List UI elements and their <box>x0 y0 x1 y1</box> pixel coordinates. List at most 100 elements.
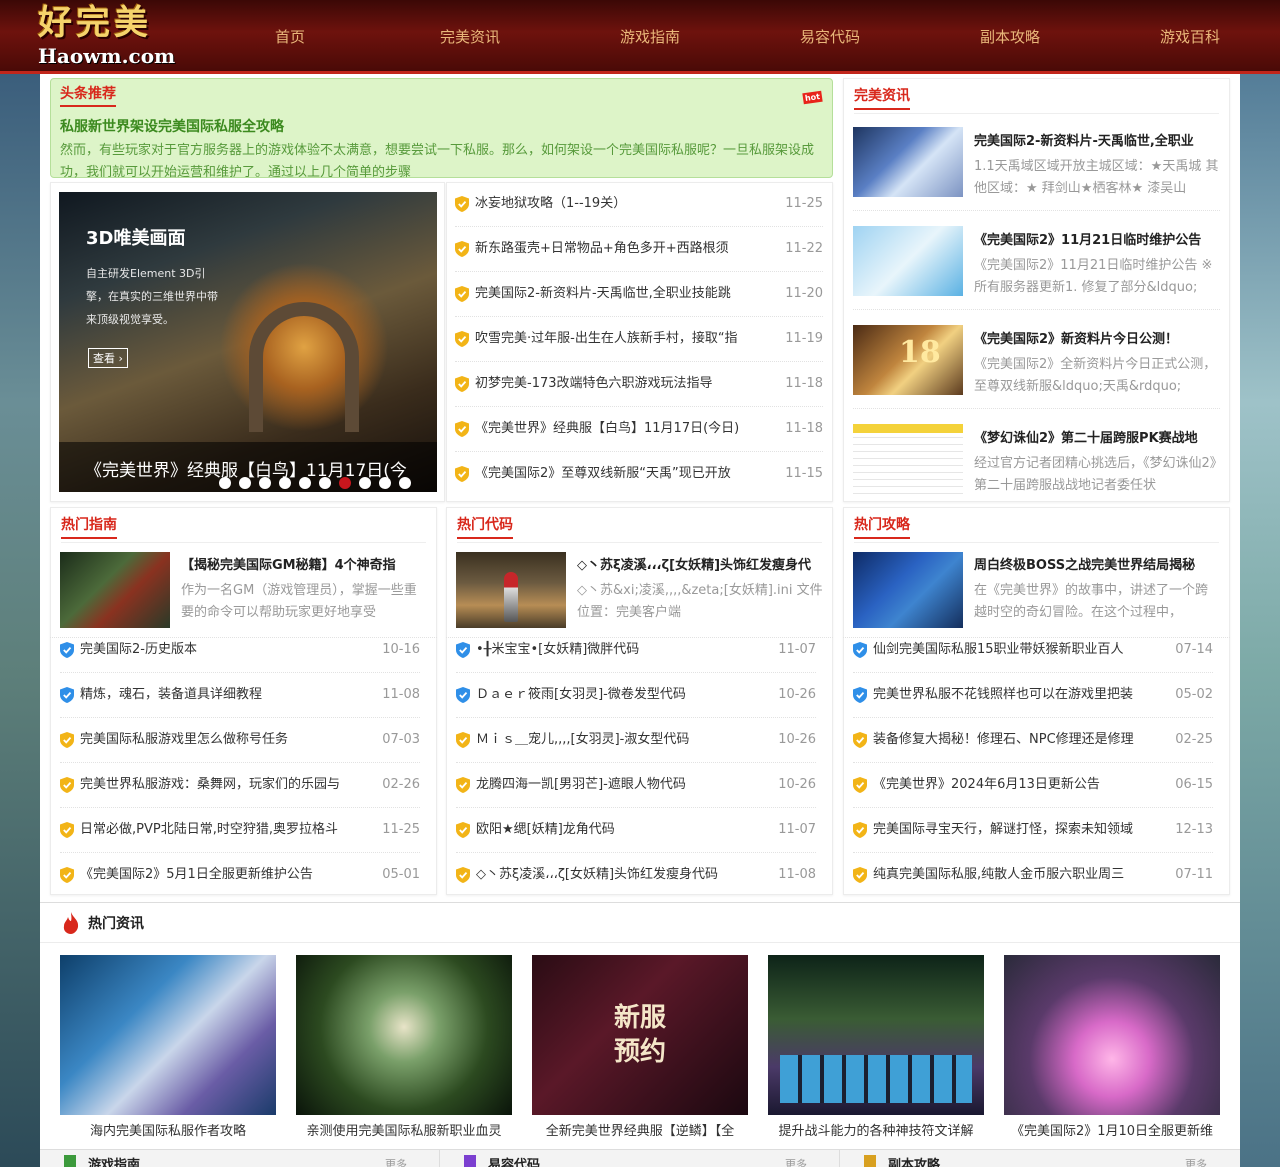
slider-dot[interactable] <box>359 477 371 489</box>
hot-news-card[interactable]: 亲测使用完美国际私服新职业血灵 <box>296 955 512 1141</box>
hot-news-caption[interactable]: 海内完美国际私服作者攻略 <box>60 1123 276 1141</box>
list-item-title[interactable]: 完美国际私服游戏里怎么做称号任务 <box>80 730 370 750</box>
hot-news-card[interactable]: 海内完美国际私服作者攻略 <box>60 955 276 1141</box>
site-logo[interactable]: 好完美 Haowm.com <box>38 4 178 70</box>
list-item-title[interactable]: 冰妄地狱攻略（1--19关） <box>475 194 773 214</box>
list-item[interactable]: 纯真完美国际私服,纯散人金币服六职业周三 07-11 <box>853 865 1213 885</box>
list-item-title[interactable]: 完美世界私服不花钱照样也可以在游戏里把装 <box>873 685 1163 705</box>
slider-dot[interactable] <box>239 477 251 489</box>
nav-news[interactable]: 完美资讯 <box>400 26 540 47</box>
list-item-title[interactable]: 完美国际2-新资料片-天禹临世,全职业技能跳 <box>475 284 773 304</box>
hot-news-card[interactable]: 新服预约全新完美世界经典服【逆鳞】【全 <box>532 955 748 1141</box>
slider-view-button[interactable]: 查看 › <box>88 348 128 368</box>
footer-codes-more[interactable]: 更多 <box>785 1156 807 1167</box>
list-item-title[interactable]: 精炼，魂石，装备道具详细教程 <box>80 685 370 705</box>
news-thumb[interactable] <box>853 226 963 296</box>
list-item-title[interactable]: 初梦完美-173改端特色六职游戏玩法指导 <box>475 374 773 394</box>
hot-news-image[interactable]: 新服预约 <box>532 955 748 1115</box>
slider-dot[interactable] <box>219 477 231 489</box>
nav-home[interactable]: 首页 <box>220 26 360 47</box>
hot-news-image[interactable] <box>60 955 276 1115</box>
list-item[interactable]: 日常必做,PVP北陆日常,时空狩猎,奥罗拉格斗 11-25 <box>60 820 420 840</box>
hot-news-caption[interactable]: 《完美国际2》1月10日全服更新维 <box>1004 1123 1220 1141</box>
nav-wiki[interactable]: 游戏百科 <box>1120 26 1260 47</box>
nav-codes[interactable]: 易容代码 <box>760 26 900 47</box>
footer-tab-dungeon[interactable]: 副本攻略 <box>888 1154 940 1167</box>
hot-news-image[interactable] <box>1004 955 1220 1115</box>
news-item-title[interactable]: 完美国际2-新资料片-天禹临世,全职业 <box>974 133 1219 151</box>
list-item-title[interactable]: 日常必做,PVP北陆日常,时空狩猎,奥罗拉格斗 <box>80 820 370 840</box>
slider-dot[interactable] <box>259 477 271 489</box>
list-item[interactable]: 完美国际私服游戏里怎么做称号任务 07-03 <box>60 730 420 750</box>
list-item-title[interactable]: 《完美世界》经典服【白鸟】11月17日(今日) <box>475 419 773 439</box>
footer-guide-more[interactable]: 更多 <box>385 1156 407 1167</box>
list-item-title[interactable]: Ｄａｅｒ筱雨[女羽灵]-微卷发型代码 <box>476 685 766 705</box>
list-item-title[interactable]: 纯真完美国际私服,纯散人金币服六职业周三 <box>873 865 1163 885</box>
list-item-title[interactable]: Ｍｉｓ＿宠儿,,,,[女羽灵]-淑女型代码 <box>476 730 766 750</box>
list-item[interactable]: 欧阳★缌[妖精]龙角代码 11-07 <box>456 820 816 840</box>
list-item-title[interactable]: ◇丶苏ξ凌溪،،،ζ[女妖精]头饰红发瘦身代码 <box>476 865 766 885</box>
news-thumb[interactable] <box>853 127 963 197</box>
list-item[interactable]: 完美世界私服不花钱照样也可以在游戏里把装 05-02 <box>853 685 1213 705</box>
list-item-title[interactable]: 吹雪完美·过年服-出生在人族新手村，接取“指 <box>475 329 773 349</box>
headline-title[interactable]: 私服新世界架设完美国际私服全攻略 <box>60 116 284 136</box>
list-item-title[interactable]: 完美国际2-历史版本 <box>80 640 370 660</box>
news-thumb[interactable]: 18 <box>853 325 963 395</box>
list-item[interactable]: 完美世界私服游戏：桑舞网，玩家们的乐园与 02-26 <box>60 775 420 795</box>
hot-news-caption[interactable]: 亲测使用完美国际私服新职业血灵 <box>296 1123 512 1141</box>
list-item[interactable]: ◇丶苏ξ凌溪،،،ζ[女妖精]头饰红发瘦身代码 11-08 <box>456 865 816 885</box>
list-item-title[interactable]: 《完美国际2》5月1日全服更新维护公告 <box>80 865 370 885</box>
guide-feature-title[interactable]: 【揭秘完美国际GM秘籍】4个神奇指 <box>181 557 426 575</box>
list-item[interactable]: 装备修复大揭秘！修理石、NPC修理还是修理 02-25 <box>853 730 1213 750</box>
list-item[interactable]: 完美国际寻宝天行，解谜打怪，探索未知领域 12-13 <box>853 820 1213 840</box>
nav-dungeon[interactable]: 副本攻略 <box>940 26 1080 47</box>
code-feature-title[interactable]: ◇丶苏ξ凌溪،،،ζ[女妖精]头饰红发瘦身代 <box>577 557 822 575</box>
slider-dot[interactable] <box>379 477 391 489</box>
hot-news-card[interactable]: 提升战斗能力的各种神技符文详解 <box>768 955 984 1141</box>
image-slider[interactable]: 3D唯美画面 自主研发Element 3D引擎，在真实的三维世界中带来顶级视觉享… <box>59 192 437 492</box>
list-item[interactable]: Ｍｉｓ＿宠儿,,,,[女羽灵]-淑女型代码 10-26 <box>456 730 816 750</box>
list-item[interactable]: 完美国际2-新资料片-天禹临世,全职业技能跳 11-20 <box>455 284 823 304</box>
footer-tab-codes[interactable]: 易容代码 <box>488 1154 540 1167</box>
list-item-title[interactable]: 完美国际寻宝天行，解谜打怪，探索未知领域 <box>873 820 1163 840</box>
slider-dot[interactable] <box>279 477 291 489</box>
list-item[interactable]: 精炼，魂石，装备道具详细教程 11-08 <box>60 685 420 705</box>
footer-dungeon-more[interactable]: 更多 <box>1185 1156 1207 1167</box>
list-item-title[interactable]: •╂米宝宝•[女妖精]微胖代码 <box>476 640 766 660</box>
list-item[interactable]: 新东路蛋壳+日常物品+角色多开+西路根须 11-22 <box>455 239 823 259</box>
nav-guide[interactable]: 游戏指南 <box>580 26 720 47</box>
list-item-title[interactable]: 新东路蛋壳+日常物品+角色多开+西路根须 <box>475 239 773 259</box>
list-item[interactable]: •╂米宝宝•[女妖精]微胖代码 11-07 <box>456 640 816 660</box>
list-item[interactable]: 《完美国际2》至尊双线新服“天禹”现已开放 11-15 <box>455 464 823 484</box>
guide-feature-thumb[interactable] <box>60 552 170 628</box>
list-item[interactable]: Ｄａｅｒ筱雨[女羽灵]-微卷发型代码 10-26 <box>456 685 816 705</box>
list-item[interactable]: 《完美世界》2024年6月13日更新公告 06-15 <box>853 775 1213 795</box>
list-item[interactable]: 完美国际2-历史版本 10-16 <box>60 640 420 660</box>
slider-dot[interactable] <box>399 477 411 489</box>
list-item-title[interactable]: 欧阳★缌[妖精]龙角代码 <box>476 820 766 840</box>
strategy-feature-thumb[interactable] <box>853 552 963 628</box>
news-item-title[interactable]: 《完美国际2》11月21日临时维护公告 <box>974 232 1219 250</box>
code-feature-thumb[interactable] <box>456 552 566 628</box>
list-item[interactable]: 《完美世界》经典服【白鸟】11月17日(今日) 11-18 <box>455 419 823 439</box>
hot-news-caption[interactable]: 提升战斗能力的各种神技符文详解 <box>768 1123 984 1141</box>
list-item[interactable]: 初梦完美-173改端特色六职游戏玩法指导 11-18 <box>455 374 823 394</box>
list-item-title[interactable]: 《完美国际2》至尊双线新服“天禹”现已开放 <box>475 464 773 484</box>
list-item[interactable]: 冰妄地狱攻略（1--19关） 11-25 <box>455 194 823 214</box>
footer-tab-guide[interactable]: 游戏指南 <box>88 1154 140 1167</box>
news-item-title[interactable]: 《梦幻诛仙2》第二十届跨服PK赛战地 <box>974 430 1219 448</box>
hot-news-image[interactable] <box>768 955 984 1115</box>
strategy-feature-title[interactable]: 周白终极BOSS之战完美世界结局揭秘 <box>974 557 1219 575</box>
list-item-title[interactable]: 龙腾四海一凯[男羽芒]-遮眼人物代码 <box>476 775 766 795</box>
list-item[interactable]: 仙剑完美国际私服15职业带妖猴新职业百人 07-14 <box>853 640 1213 660</box>
list-item-title[interactable]: 装备修复大揭秘！修理石、NPC修理还是修理 <box>873 730 1163 750</box>
list-item-title[interactable]: 《完美世界》2024年6月13日更新公告 <box>873 775 1163 795</box>
news-thumb[interactable] <box>853 424 963 494</box>
hot-news-caption[interactable]: 全新完美世界经典服【逆鳞】【全 <box>532 1123 748 1141</box>
slider-dot[interactable] <box>339 477 351 489</box>
hot-news-image[interactable] <box>296 955 512 1115</box>
list-item-title[interactable]: 仙剑完美国际私服15职业带妖猴新职业百人 <box>873 640 1163 660</box>
slider-dot[interactable] <box>319 477 331 489</box>
hot-news-card[interactable]: 《完美国际2》1月10日全服更新维 <box>1004 955 1220 1141</box>
list-item[interactable]: 《完美国际2》5月1日全服更新维护公告 05-01 <box>60 865 420 885</box>
